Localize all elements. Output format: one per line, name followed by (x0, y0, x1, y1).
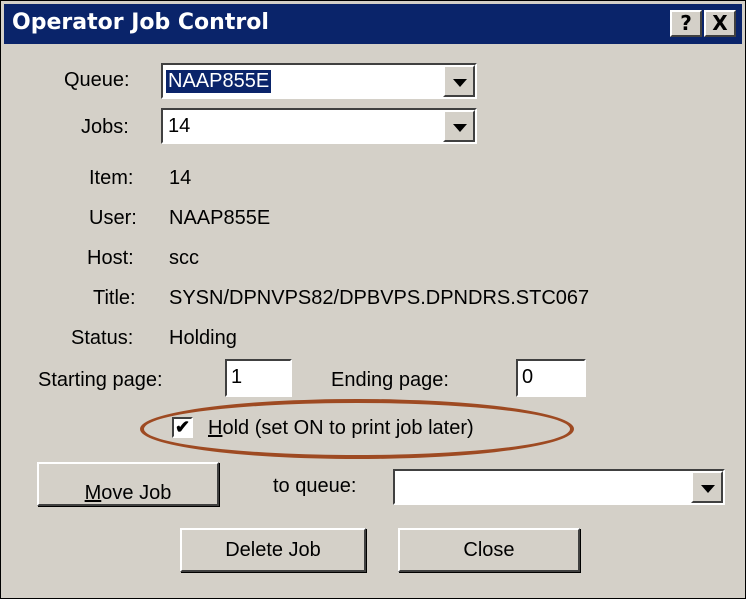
host-label: Host: (87, 247, 134, 269)
close-label: Close (463, 539, 515, 561)
starting-page-label: Starting page: (38, 369, 163, 391)
chevron-down-icon (453, 124, 467, 132)
chevron-down-icon (453, 79, 467, 87)
item-label: Item: (89, 167, 134, 189)
host-value: scc (169, 247, 199, 269)
to-queue-dropdown-button[interactable] (691, 471, 723, 503)
status-label: Status: (71, 327, 134, 349)
status-value: Holding (169, 327, 237, 349)
delete-job-label: Delete Job (225, 539, 321, 561)
chevron-down-icon (701, 485, 715, 493)
delete-job-button[interactable]: Delete Job (180, 528, 366, 572)
queue-combobox[interactable]: NAAP855E (161, 63, 477, 99)
starting-page-input[interactable]: 1 (225, 359, 292, 397)
close-button[interactable]: Close (398, 528, 580, 572)
queue-dropdown-button[interactable] (443, 65, 475, 97)
ending-page-input[interactable]: 0 (516, 359, 586, 397)
operator-job-control-dialog: Operator Job Control ? X Queue: NAAP855E… (0, 0, 746, 599)
user-value: NAAP855E (169, 207, 271, 229)
title-value: SYSN/DPNVPS82/DPBVPS.DPNDRS.STC067 (169, 287, 590, 309)
jobs-dropdown-button[interactable] (443, 110, 475, 142)
ending-page-label: Ending page: (331, 369, 449, 391)
queue-label: Queue: (64, 69, 130, 91)
title-bar: Operator Job Control ? X (4, 4, 742, 44)
move-job-button[interactable]: Move Job (37, 462, 219, 506)
to-queue-label: to queue: (273, 475, 357, 497)
item-value: 14 (169, 167, 192, 189)
window-title: Operator Job Control (12, 10, 269, 35)
to-queue-combobox[interactable] (393, 469, 725, 505)
close-window-button[interactable]: X (704, 10, 736, 37)
jobs-combobox[interactable]: 14 (161, 108, 477, 144)
jobs-label: Jobs: (81, 116, 129, 138)
user-label: User: (89, 207, 137, 229)
highlight-oval (140, 399, 574, 459)
queue-value: NAAP855E (166, 70, 272, 93)
jobs-value: 14 (168, 115, 191, 137)
move-job-label: ove Job (101, 482, 172, 504)
title-label: Title: (93, 287, 136, 309)
help-button[interactable]: ? (670, 10, 702, 37)
move-job-accelerator: M (84, 482, 102, 504)
